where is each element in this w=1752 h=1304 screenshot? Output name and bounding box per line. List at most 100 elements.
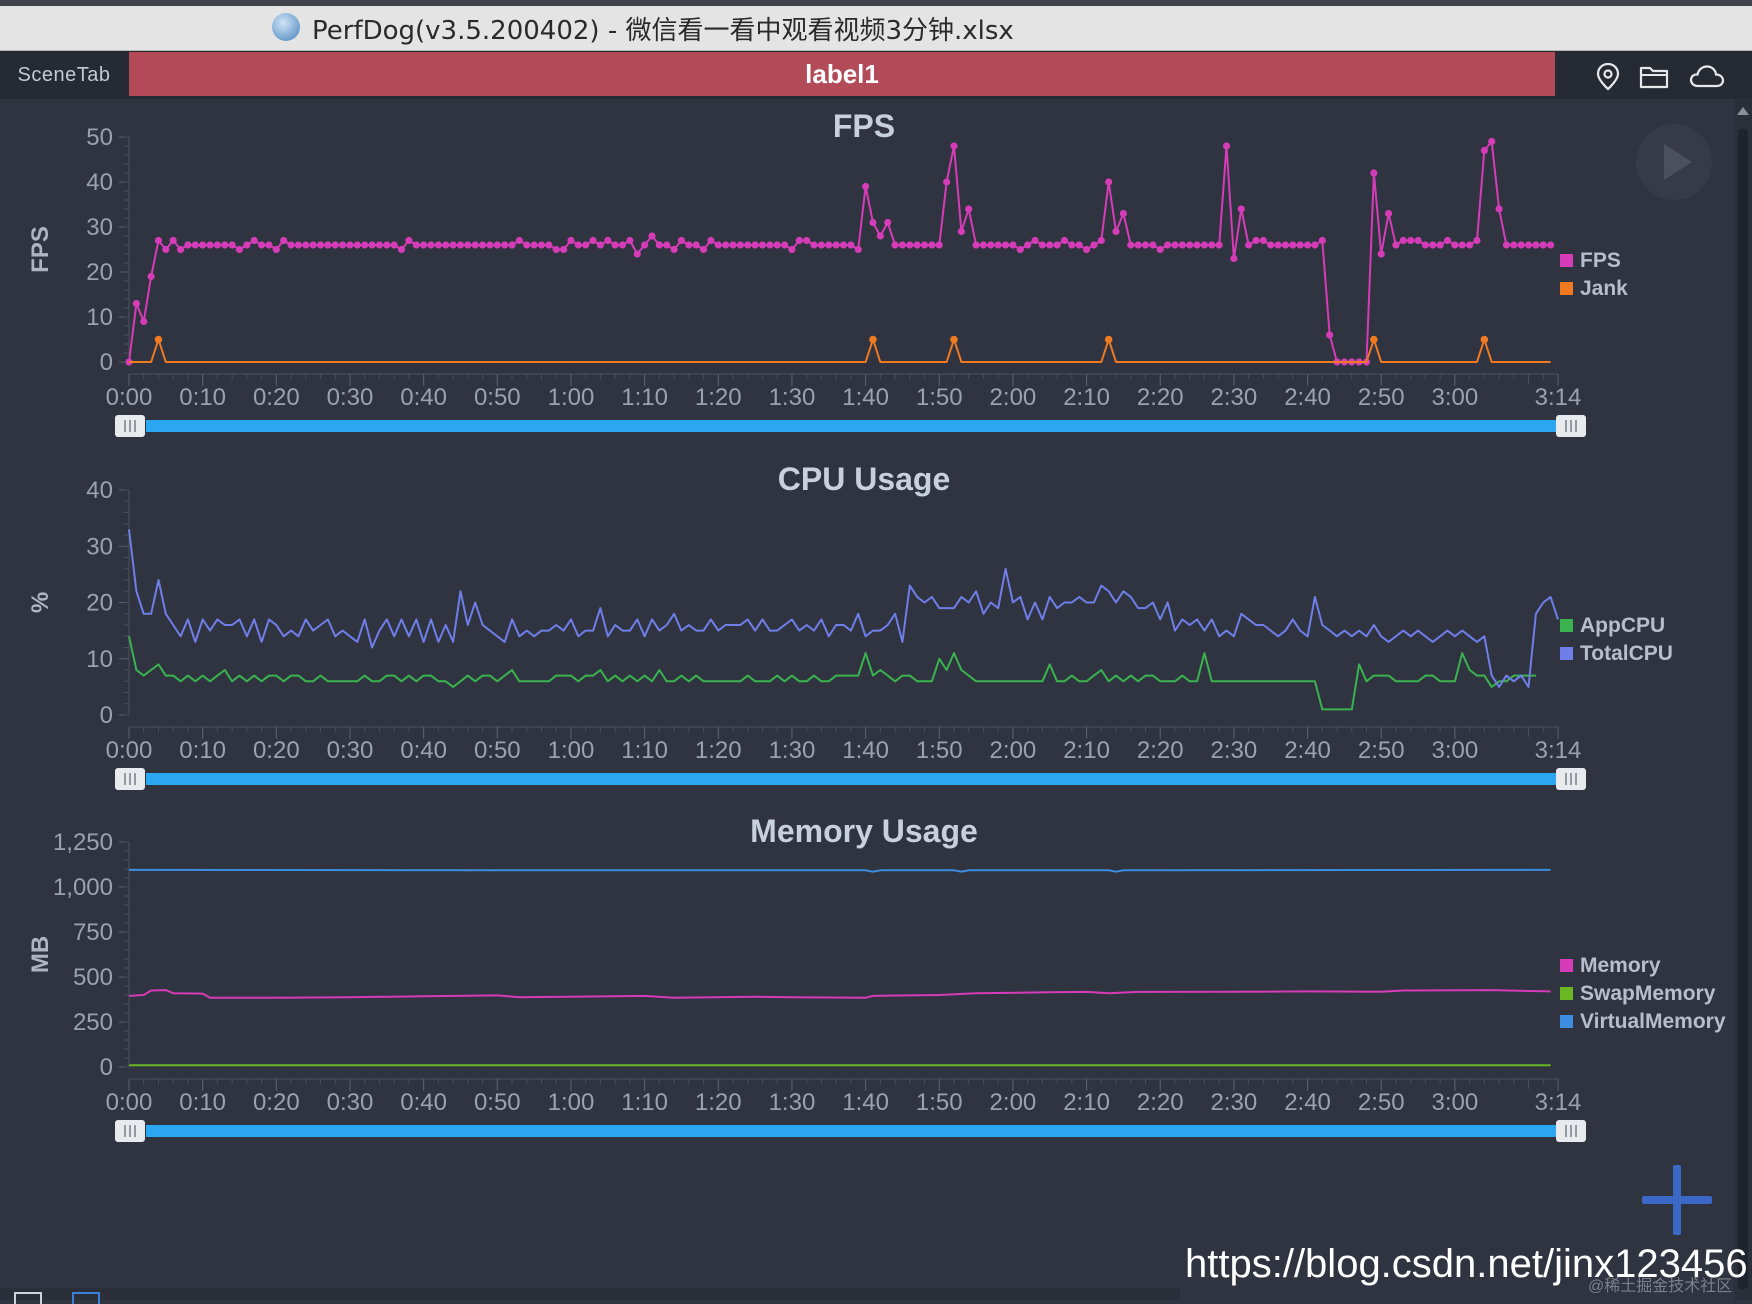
cpu-usage-title: CPU Usage bbox=[778, 461, 951, 497]
cpu-usage-x-tick-label: 3:00 bbox=[1432, 737, 1479, 764]
charts-area: FPS FPS 0 10 20 30 40 50 0:00 0:10 0:20 0:30 0:40 0:5… bbox=[27, 108, 1726, 1142]
memory-usage-x-tick-label: 1:40 bbox=[842, 1089, 889, 1116]
fps-point-fps bbox=[773, 241, 781, 249]
cpu-usage-legend-swatch bbox=[1560, 619, 1573, 632]
memory-usage-x-tick-label: 0:40 bbox=[400, 1089, 447, 1116]
memory-usage-range-track bbox=[146, 1125, 1556, 1137]
fps-point-fps bbox=[589, 236, 597, 245]
fps-point-fps bbox=[552, 245, 560, 254]
cpu-usage-y-tick-label: 20 bbox=[86, 590, 113, 617]
memory-usage-range-handle-left[interactable] bbox=[115, 1120, 145, 1142]
fps-y-tick-label: 30 bbox=[86, 214, 113, 241]
fps-point-fps bbox=[353, 241, 361, 249]
fps-point-jank bbox=[1480, 335, 1489, 344]
fps-point-fps bbox=[611, 241, 619, 249]
memory-usage-range-slider[interactable] bbox=[115, 1120, 1586, 1142]
cpu-usage-x-tick-label: 1:10 bbox=[621, 737, 668, 764]
fps-legend-label: Jank bbox=[1580, 277, 1628, 300]
fps-point-fps bbox=[1016, 245, 1024, 254]
fps-x-tick-label: 1:00 bbox=[548, 384, 595, 411]
fps-point-fps bbox=[191, 241, 199, 249]
scroll-up-arrow-icon[interactable] bbox=[1737, 107, 1749, 115]
fps-range-slider[interactable] bbox=[115, 415, 1586, 437]
memory-usage-series-virtualmemory bbox=[128, 868, 1551, 873]
cpu-usage-range-slider[interactable] bbox=[115, 768, 1586, 790]
fps-range-track bbox=[146, 420, 1556, 432]
fps-range-handle-left[interactable] bbox=[115, 415, 145, 437]
cloud-icon[interactable] bbox=[1688, 61, 1726, 91]
fps-x-tick-label: 3:00 bbox=[1432, 384, 1479, 411]
fps-point-fps bbox=[1392, 241, 1400, 249]
tab-scene[interactable]: SceneTab bbox=[0, 51, 128, 99]
fps-point-fps bbox=[265, 241, 273, 249]
fps-y-tick-label: 40 bbox=[86, 169, 113, 196]
fps-point-fps bbox=[1399, 236, 1407, 245]
fps-x-tick-label: 2:10 bbox=[1063, 384, 1110, 411]
fps-range-handle-right[interactable] bbox=[1556, 415, 1586, 437]
memory-usage-title: Memory Usage bbox=[750, 813, 978, 849]
cpu-usage-range-handle-left[interactable] bbox=[115, 768, 145, 790]
fps-point-fps bbox=[257, 241, 266, 249]
folder-icon[interactable] bbox=[1638, 61, 1670, 91]
fps-legend-swatch bbox=[1560, 282, 1573, 295]
fps-point-fps bbox=[1186, 241, 1194, 249]
fps-point-fps bbox=[1296, 241, 1304, 249]
watermark-small: @稀土掘金技术社区 bbox=[1588, 1278, 1733, 1295]
cpu-usage-range-handle-right[interactable] bbox=[1556, 768, 1586, 790]
fps-point-fps bbox=[582, 241, 590, 249]
fps-y-tick-label: 10 bbox=[86, 304, 113, 331]
fps-x-tick-label: 1:40 bbox=[842, 384, 889, 411]
fps-point-fps bbox=[1274, 241, 1282, 249]
fps-point-fps bbox=[618, 241, 627, 249]
fps-point-fps bbox=[1237, 205, 1245, 213]
fps-point-fps bbox=[1119, 209, 1128, 218]
cpu-usage-x-tick-label: 2:10 bbox=[1063, 737, 1110, 764]
memory-usage-legend-swatch bbox=[1560, 959, 1573, 972]
window-icon[interactable] bbox=[72, 1292, 100, 1304]
fps-point-fps bbox=[1326, 331, 1334, 339]
fps-point-fps bbox=[744, 241, 752, 249]
fps-point-fps bbox=[604, 236, 612, 245]
fps-point-fps bbox=[707, 236, 715, 245]
fps-point-fps bbox=[412, 241, 420, 249]
fps-point-fps bbox=[920, 241, 929, 249]
cpu-usage-legend-swatch bbox=[1560, 647, 1573, 660]
fps-point-fps bbox=[1046, 241, 1054, 249]
add-chart-button[interactable] bbox=[1642, 1165, 1712, 1235]
vertical-scrollbar[interactable] bbox=[1734, 99, 1752, 1300]
fps-point-fps bbox=[397, 245, 406, 254]
scroll-thumb[interactable] bbox=[1738, 129, 1748, 1289]
fps-x-tick-label: 2:20 bbox=[1137, 384, 1184, 411]
memory-usage-x-tick-label: 2:00 bbox=[990, 1089, 1037, 1116]
tab-label1[interactable]: label1 bbox=[129, 52, 1555, 96]
fps-point-fps bbox=[1377, 250, 1385, 258]
fps-point-fps bbox=[1458, 241, 1466, 249]
fps-point-fps bbox=[943, 178, 951, 186]
location-pin-icon[interactable] bbox=[1592, 61, 1624, 91]
fps-series-fps bbox=[128, 140, 1551, 363]
memory-usage-x-tick-label: 0:20 bbox=[253, 1089, 300, 1116]
cpu-usage-x-tick-label: 1:30 bbox=[769, 737, 816, 764]
fps-point-fps bbox=[817, 241, 826, 249]
fps-y-axis-title: FPS bbox=[27, 226, 54, 273]
fps-point-fps bbox=[368, 241, 376, 249]
fps-point-fps bbox=[1267, 241, 1275, 249]
memory-usage-x-tick-label: 0:50 bbox=[474, 1089, 521, 1116]
cpu-usage-x-tick-label: 1:20 bbox=[695, 737, 742, 764]
fps-point-fps bbox=[1208, 241, 1216, 249]
fps-point-fps bbox=[147, 272, 155, 281]
fps-point-fps bbox=[383, 241, 391, 249]
fps-point-fps bbox=[1031, 236, 1039, 245]
fps-point-fps bbox=[250, 236, 258, 245]
fps-point-fps bbox=[199, 241, 207, 249]
fps-point-fps bbox=[243, 241, 251, 249]
fps-point-fps bbox=[559, 245, 568, 254]
monitor-icon[interactable] bbox=[14, 1292, 42, 1304]
fps-point-fps bbox=[1281, 241, 1290, 249]
cpu-usage-series-appcpu bbox=[128, 636, 1536, 711]
fps-point-fps bbox=[972, 241, 980, 249]
fps-y-tick-label: 0 bbox=[100, 349, 113, 376]
fps-point-fps bbox=[1443, 236, 1452, 245]
memory-usage-range-handle-right[interactable] bbox=[1556, 1120, 1586, 1142]
bottom-toolbar bbox=[0, 1288, 1180, 1304]
